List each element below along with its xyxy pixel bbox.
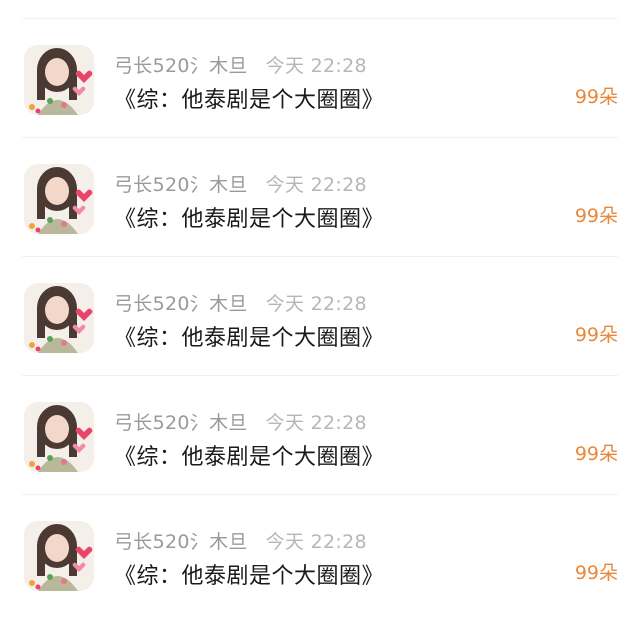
timestamp: 今天 22:28 xyxy=(265,293,367,315)
username[interactable]: 弓长520氵木旦 xyxy=(114,55,248,77)
flower-count: 99朵 xyxy=(574,86,618,108)
username[interactable]: 弓长520氵木旦 xyxy=(114,293,248,315)
timestamp: 今天 22:28 xyxy=(265,531,367,553)
gift-list: 弓长520氵木旦 今天 22:28 《综：他泰剧是个大圈圈》 99朵 弓长520… xyxy=(0,19,640,614)
avatar[interactable] xyxy=(24,283,94,353)
flower-count: 99朵 xyxy=(574,562,618,584)
user-line: 弓长520氵木旦 今天 22:28 xyxy=(114,170,367,197)
book-title[interactable]: 《综：他泰剧是个大圈圈》 xyxy=(114,439,384,471)
avatar-image xyxy=(24,521,94,591)
user-line: 弓长520氵木旦 今天 22:28 xyxy=(114,408,367,435)
avatar-image xyxy=(24,402,94,472)
username[interactable]: 弓长520氵木旦 xyxy=(114,174,248,196)
list-item[interactable]: 弓长520氵木旦 今天 22:28 《综：他泰剧是个大圈圈》 99朵 xyxy=(22,19,618,138)
book-title[interactable]: 《综：他泰剧是个大圈圈》 xyxy=(114,320,384,352)
book-title[interactable]: 《综：他泰剧是个大圈圈》 xyxy=(114,558,384,590)
list-item[interactable]: 弓长520氵木旦 今天 22:28 《综：他泰剧是个大圈圈》 99朵 xyxy=(22,257,618,376)
list-item[interactable]: 弓长520氵木旦 今天 22:28 《综：他泰剧是个大圈圈》 99朵 xyxy=(22,495,618,614)
avatar-image xyxy=(24,283,94,353)
flower-count: 99朵 xyxy=(574,324,618,346)
avatar[interactable] xyxy=(24,521,94,591)
user-line: 弓长520氵木旦 今天 22:28 xyxy=(114,51,367,78)
list-item[interactable]: 弓长520氵木旦 今天 22:28 《综：他泰剧是个大圈圈》 99朵 xyxy=(22,138,618,257)
user-line: 弓长520氵木旦 今天 22:28 xyxy=(114,289,367,316)
username[interactable]: 弓长520氵木旦 xyxy=(114,531,248,553)
avatar[interactable] xyxy=(24,45,94,115)
timestamp: 今天 22:28 xyxy=(265,412,367,434)
timestamp: 今天 22:28 xyxy=(265,55,367,77)
avatar-image xyxy=(24,45,94,115)
avatar[interactable] xyxy=(24,402,94,472)
flower-count: 99朵 xyxy=(574,443,618,465)
username[interactable]: 弓长520氵木旦 xyxy=(114,412,248,434)
timestamp: 今天 22:28 xyxy=(265,174,367,196)
book-title[interactable]: 《综：他泰剧是个大圈圈》 xyxy=(114,82,384,114)
list-item[interactable]: 弓长520氵木旦 今天 22:28 《综：他泰剧是个大圈圈》 99朵 xyxy=(22,376,618,495)
book-title[interactable]: 《综：他泰剧是个大圈圈》 xyxy=(114,201,384,233)
avatar-image xyxy=(24,164,94,234)
user-line: 弓长520氵木旦 今天 22:28 xyxy=(114,527,367,554)
flower-count: 99朵 xyxy=(574,205,618,227)
avatar[interactable] xyxy=(24,164,94,234)
